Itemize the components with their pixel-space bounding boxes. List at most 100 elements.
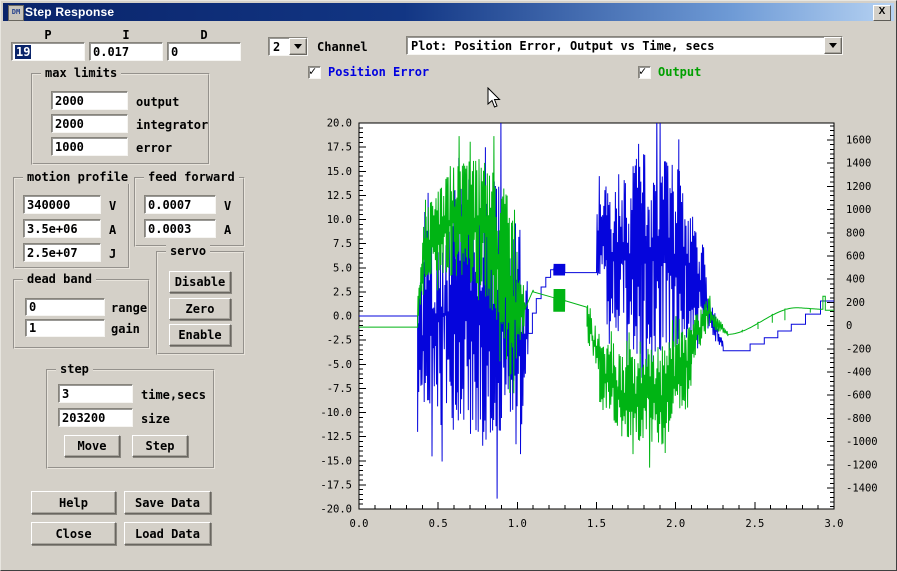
- y-left-tick-label: -2.5: [327, 335, 352, 347]
- output-checkbox-label: Output: [658, 65, 701, 79]
- channel-value: 2: [269, 40, 289, 54]
- group-feed-forward: feed forward V A: [134, 177, 245, 247]
- y-left-tick-label: 12.5: [327, 190, 352, 202]
- y-right-tick-label: -600: [846, 390, 871, 402]
- channel-select[interactable]: 2: [268, 37, 308, 56]
- titlebar-close-button[interactable]: X: [873, 5, 891, 21]
- ff-v-input[interactable]: [144, 195, 216, 214]
- position-error-checkbox[interactable]: ✓: [308, 66, 321, 79]
- channel-dropdown-button[interactable]: [289, 38, 307, 55]
- pid-p-input[interactable]: 19: [11, 42, 85, 61]
- step-button[interactable]: Step: [132, 435, 188, 457]
- deadband-range-input[interactable]: [25, 298, 105, 316]
- y-left-tick-label: 10.0: [327, 214, 352, 226]
- y-left-tick-label: 0.0: [333, 311, 352, 323]
- pid-i-input[interactable]: [89, 42, 163, 61]
- move-button[interactable]: Move: [64, 435, 120, 457]
- group-step-title: step: [56, 362, 93, 376]
- pid-p-label: P: [11, 28, 85, 42]
- y-right-tick-label: 1600: [846, 135, 871, 147]
- group-max-limits: max limits output integrator error: [31, 73, 210, 165]
- check-icon: ✓: [639, 64, 646, 78]
- motion-v-input[interactable]: [23, 195, 101, 214]
- max-integrator-input[interactable]: [51, 114, 128, 133]
- motion-v-label: V: [109, 199, 116, 213]
- x-tick-label: 2.0: [666, 518, 685, 530]
- step-time-input[interactable]: [58, 384, 133, 403]
- help-button[interactable]: Help: [31, 491, 116, 514]
- ff-v-label: V: [224, 199, 231, 213]
- group-servo-title: servo: [166, 244, 210, 258]
- y-left-tick-label: -17.5: [320, 479, 352, 491]
- deadband-gain-label: gain: [111, 322, 140, 336]
- x-tick-label: 1.5: [587, 518, 606, 530]
- step-size-input[interactable]: [58, 408, 133, 427]
- y-left-tick-label: 15.0: [327, 166, 352, 178]
- group-feed-forward-title: feed forward: [144, 170, 239, 184]
- y-right-tick-label: -800: [846, 413, 871, 425]
- y-left-tick-label: -15.0: [320, 455, 352, 467]
- output-checkbox[interactable]: ✓: [638, 66, 651, 79]
- ff-a-input[interactable]: [144, 219, 216, 238]
- group-dead-band-title: dead band: [23, 272, 96, 286]
- y-right-tick-label: 800: [846, 227, 865, 239]
- title-bar[interactable]: DM Step Response X: [3, 3, 894, 21]
- max-output-label: output: [136, 95, 179, 109]
- step-response-dialog: DM Step Response X P I D 19 2 Channel Pl…: [0, 0, 897, 571]
- plot-select[interactable]: Plot: Position Error, Output vs Time, se…: [406, 36, 843, 55]
- y-left-tick-label: -5.0: [327, 359, 352, 371]
- app-icon: DM: [8, 5, 24, 21]
- group-step: step time,secs size Move Step: [46, 369, 215, 469]
- y-right-tick-label: 400: [846, 274, 865, 286]
- y-left-tick-label: -20.0: [320, 504, 352, 516]
- servo-disable-button[interactable]: Disable: [169, 271, 231, 293]
- step-time-label: time,secs: [141, 388, 206, 402]
- servo-zero-button[interactable]: Zero: [169, 298, 231, 320]
- step-size-label: size: [141, 412, 170, 426]
- check-icon: ✓: [309, 64, 316, 78]
- motion-j-label: J: [109, 247, 116, 261]
- load-data-button[interactable]: Load Data: [124, 522, 211, 545]
- y-right-tick-label: 0: [846, 320, 852, 332]
- plot-dropdown-button[interactable]: [824, 37, 842, 54]
- chevron-down-icon: [829, 43, 837, 48]
- y-right-tick-label: -400: [846, 367, 871, 379]
- group-motion-profile-title: motion profile: [23, 170, 132, 184]
- channel-label: Channel: [317, 40, 368, 54]
- group-dead-band: dead band range gain: [13, 279, 150, 349]
- save-data-button[interactable]: Save Data: [124, 491, 211, 514]
- max-error-input[interactable]: [51, 137, 128, 156]
- window-title: Step Response: [25, 5, 114, 19]
- pid-d-label: D: [167, 28, 241, 42]
- x-tick-label: 1.0: [508, 518, 527, 530]
- max-integrator-label: integrator: [136, 118, 208, 132]
- y-left-tick-label: 5.0: [333, 262, 352, 274]
- deadband-gain-input[interactable]: [25, 319, 105, 337]
- motion-a-input[interactable]: [23, 219, 101, 238]
- y-right-tick-label: 600: [846, 251, 865, 263]
- ff-a-label: A: [224, 223, 231, 237]
- y-right-tick-label: -200: [846, 343, 871, 355]
- y-left-tick-label: -12.5: [320, 431, 352, 443]
- y-right-tick-label: -1400: [846, 483, 878, 495]
- x-tick-label: 2.5: [745, 518, 764, 530]
- max-output-input[interactable]: [51, 91, 128, 110]
- x-tick-label: 0.5: [429, 518, 448, 530]
- y-right-tick-label: 1000: [846, 204, 871, 216]
- pid-d-input[interactable]: [167, 42, 241, 61]
- motion-j-input[interactable]: [23, 243, 101, 262]
- pid-p-value-selected: 19: [15, 45, 31, 59]
- mouse-cursor-icon: [487, 87, 503, 109]
- y-right-tick-label: 1200: [846, 181, 871, 193]
- y-left-tick-label: -10.0: [320, 407, 352, 419]
- deadband-range-label: range: [111, 301, 147, 315]
- plot-select-value: Plot: Position Error, Output vs Time, se…: [407, 39, 824, 53]
- close-dialog-button[interactable]: Close: [31, 522, 116, 545]
- group-motion-profile: motion profile V A J: [13, 177, 130, 269]
- y-left-tick-label: 7.5: [333, 238, 352, 250]
- servo-enable-button[interactable]: Enable: [169, 324, 231, 346]
- y-left-tick-label: -7.5: [327, 383, 352, 395]
- y-right-tick-label: 200: [846, 297, 865, 309]
- x-tick-label: 3.0: [825, 518, 844, 530]
- x-tick-label: 0.0: [350, 518, 369, 530]
